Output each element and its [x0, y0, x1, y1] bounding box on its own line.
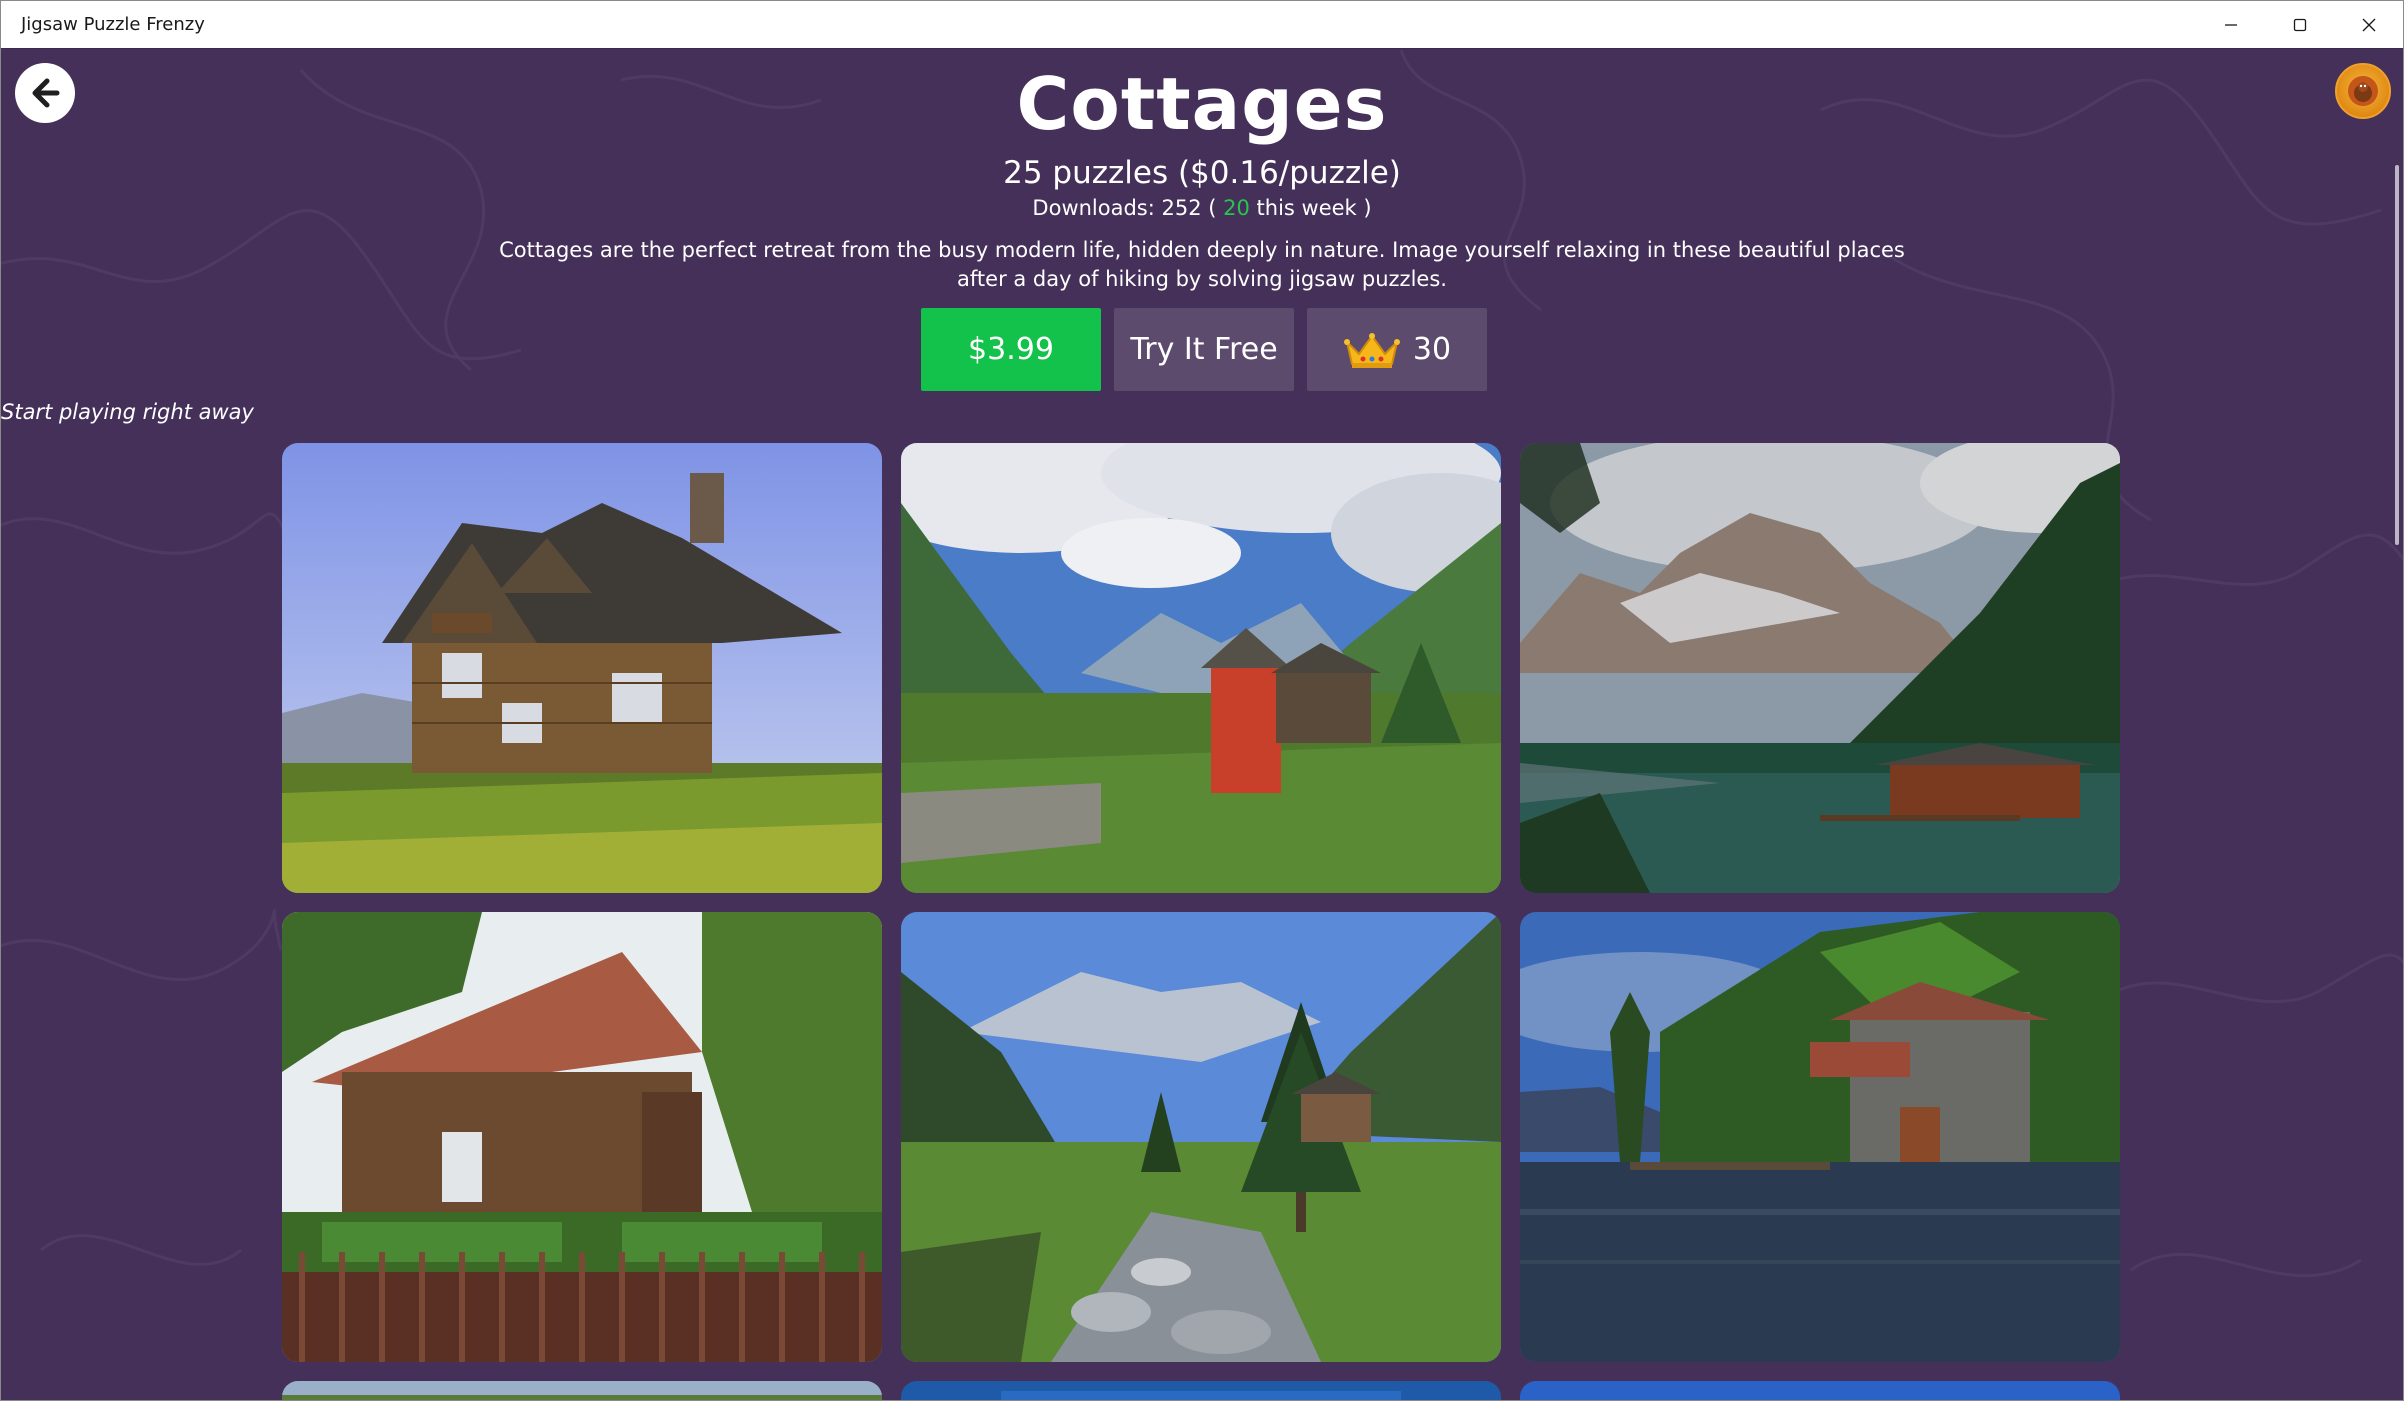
- window-controls: [2196, 1, 2403, 49]
- crown-unlock-button[interactable]: 30: [1307, 308, 1487, 391]
- red-cabin-image: [901, 443, 1501, 893]
- puzzle-tile-partial-1[interactable]: [282, 1381, 882, 1400]
- pack-description: Cottages are the perfect retreat from th…: [499, 238, 1905, 291]
- close-button[interactable]: [2334, 1, 2403, 49]
- crown-count: 30: [1412, 332, 1452, 367]
- puzzle-count: 25 puzzles ($0.16/puzzle): [1003, 155, 1401, 191]
- app-title: Jigsaw Puzzle Frenzy: [21, 14, 205, 35]
- lake-boathouse-image: [1520, 443, 2120, 893]
- app-window: Jigsaw Puzzle Frenzy Cottages 25 puzzles…: [0, 0, 2404, 1401]
- puzzle-tile-partial-3[interactable]: [1520, 1381, 2120, 1400]
- puzzle-tile-stone-boathouse[interactable]: [1520, 912, 2120, 1362]
- close-icon: [2362, 18, 2375, 32]
- start-playing-note: Start playing right away: [1, 400, 254, 424]
- minimize-button[interactable]: [2196, 1, 2265, 49]
- puzzle-tile-lake-boathouse[interactable]: [1520, 443, 2120, 893]
- maximize-icon: [2293, 18, 2306, 32]
- try-free-button[interactable]: Try It Free: [1114, 308, 1294, 391]
- maximize-button[interactable]: [2265, 1, 2334, 49]
- mountain-stream-image: [901, 912, 1501, 1362]
- log-cottage-image: [282, 443, 882, 893]
- crown-icon: [1343, 332, 1400, 368]
- buy-button-label: $3.99: [968, 332, 1054, 367]
- title-bar: Jigsaw Puzzle Frenzy: [1, 1, 2403, 49]
- purchase-options: $3.99 Try It Free 30: [921, 308, 1487, 391]
- puzzle-tile-red-cabin[interactable]: [901, 443, 1501, 893]
- downloads-prefix: Downloads: 252 (: [1032, 196, 1224, 220]
- scrollbar[interactable]: [2395, 165, 2399, 545]
- puzzle-tile-partial-2[interactable]: [901, 1381, 1501, 1400]
- puzzle-tile-mountain-stream[interactable]: [901, 912, 1501, 1362]
- pack-detail-page: Cottages 25 puzzles ($0.16/puzzle) Downl…: [1, 50, 2403, 1400]
- partial-image-3: [1520, 1381, 2120, 1400]
- wooden-cottage-image: [282, 912, 882, 1362]
- stone-boathouse-image: [1520, 912, 2120, 1362]
- partial-image-1: [282, 1381, 882, 1400]
- downloads-week-count: 20: [1223, 196, 1250, 220]
- minimize-icon: [2224, 24, 2237, 26]
- puzzle-tile-log-cottage[interactable]: [282, 443, 882, 893]
- downloads-suffix: this week ): [1249, 196, 1372, 220]
- buy-button[interactable]: $3.99: [921, 308, 1101, 391]
- puzzle-tile-wooden-cottage[interactable]: [282, 912, 882, 1362]
- partial-image-2: [901, 1381, 1501, 1400]
- page-title: Cottages: [1016, 62, 1388, 146]
- try-free-label: Try It Free: [1130, 332, 1278, 367]
- downloads-info: Downloads: 252 ( 20 this week ): [1, 196, 2403, 220]
